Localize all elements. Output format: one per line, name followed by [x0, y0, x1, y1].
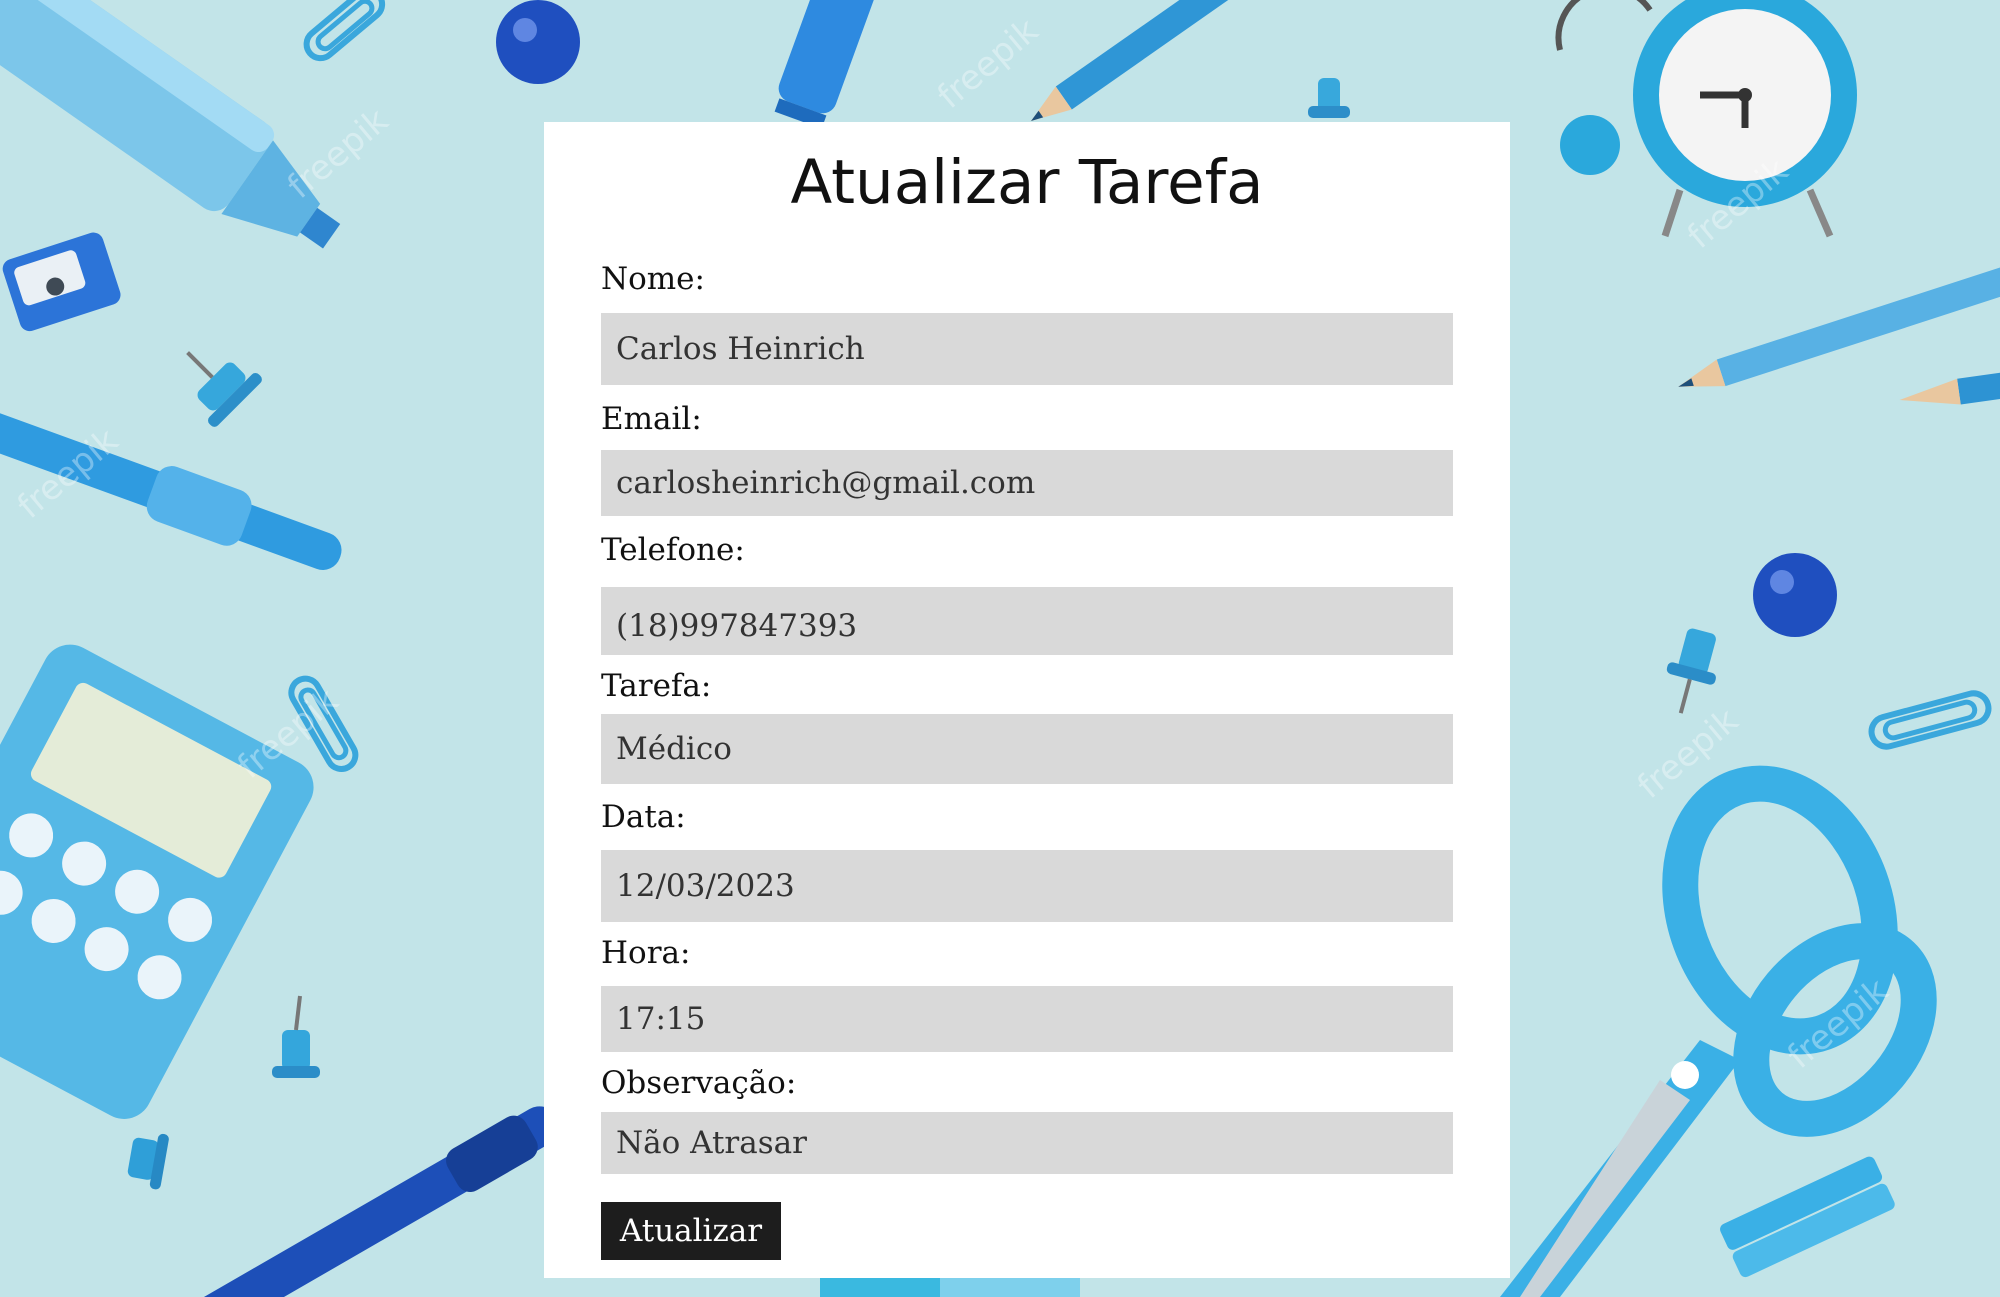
date-label: Data:: [601, 799, 686, 835]
push-ball-icon: [1753, 553, 1837, 637]
name-field[interactable]: [601, 313, 1453, 385]
update-button[interactable]: Atualizar: [601, 1202, 781, 1260]
push-ball-icon: [496, 0, 580, 84]
update-task-form: Atualizar Tarefa Nome: Email: Telefone: …: [544, 122, 1510, 1278]
notes-field[interactable]: [601, 1112, 1453, 1174]
task-field[interactable]: [601, 714, 1453, 784]
time-label: Hora:: [601, 935, 691, 971]
phone-field[interactable]: [601, 587, 1453, 655]
phone-label: Telefone:: [601, 532, 745, 568]
date-field[interactable]: [601, 850, 1453, 922]
time-field[interactable]: [601, 986, 1453, 1052]
notes-label: Observação:: [601, 1065, 797, 1101]
email-label: Email:: [601, 401, 702, 437]
name-label: Nome:: [601, 261, 705, 297]
email-field[interactable]: [601, 450, 1453, 516]
page-title: Atualizar Tarefa: [790, 147, 1264, 218]
task-label: Tarefa:: [601, 668, 712, 704]
